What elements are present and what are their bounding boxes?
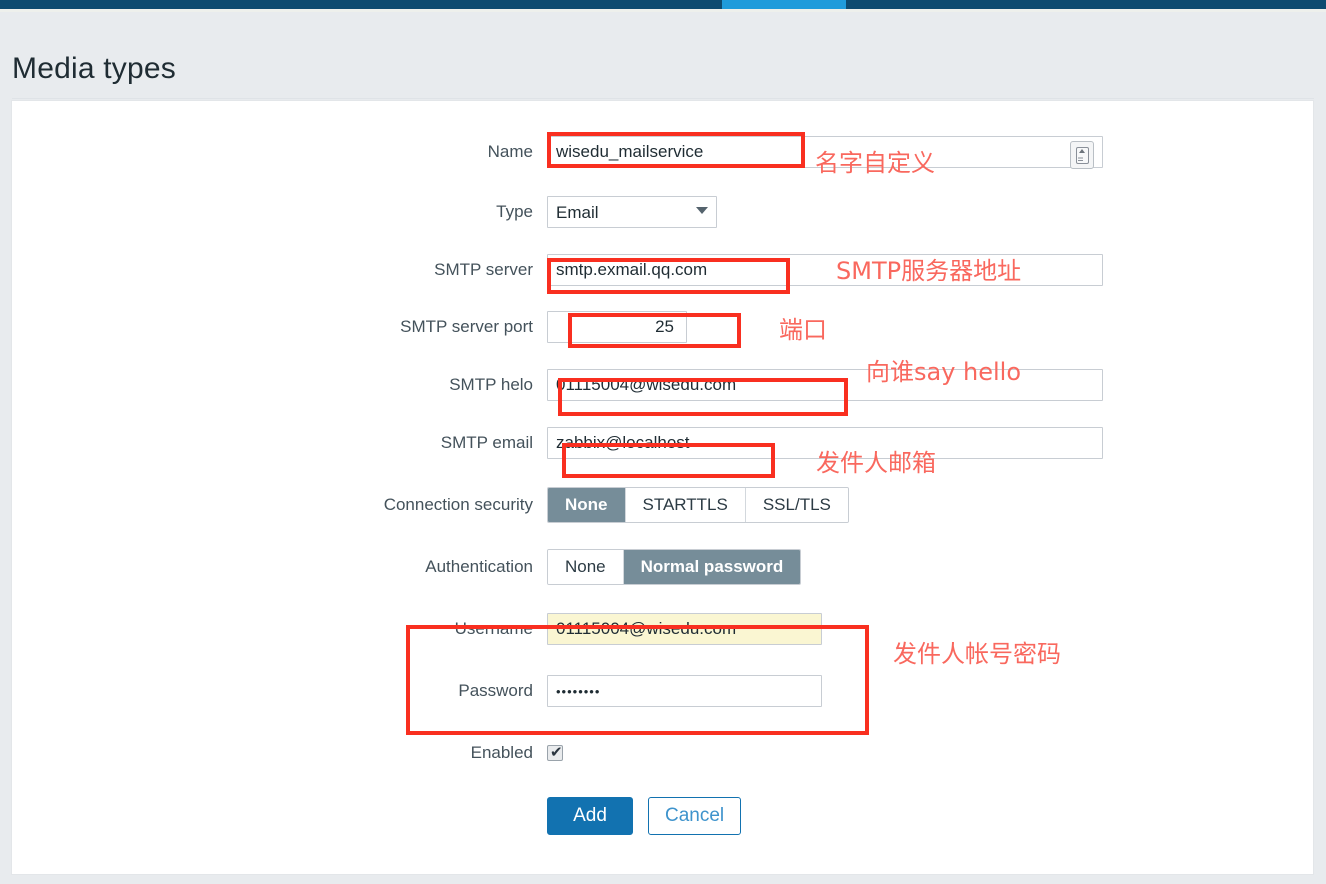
label-name: Name [487,142,533,161]
smtp-server-port-input[interactable] [547,311,687,343]
page-header: Media types [0,12,1326,99]
enabled-checkbox[interactable]: ✔ [547,745,563,761]
name-input[interactable] [547,136,1103,168]
username-input[interactable] [547,613,822,645]
form-row-smtp-helo: SMTP helo [12,366,1103,404]
form-row-name: Name [12,133,1302,171]
active-tab-indicator [722,0,846,9]
page-title: Media types [12,52,176,86]
add-button[interactable]: Add [547,797,633,835]
top-navigation-bar [0,0,1326,9]
name-field-wrapper [547,136,1103,169]
form-row-password: Password [12,672,822,710]
cancel-button[interactable]: Cancel [648,797,742,835]
form-row-connection-security: Connection security None STARTTLS SSL/TL… [12,486,849,524]
password-input[interactable] [547,675,822,707]
select-popup-icon[interactable] [1070,141,1094,169]
label-password: Password [458,681,533,700]
form-row-type: Type EmailScriptSMSJabberEz Texting [12,193,717,231]
smtp-helo-input[interactable] [547,369,1103,401]
checkmark-icon: ✔ [550,744,563,761]
label-type: Type [496,202,533,221]
label-authentication: Authentication [425,557,533,576]
select-popup-glyph [1075,146,1089,164]
authentication-option-none[interactable]: None [548,550,624,584]
header-divider [12,98,1314,99]
form-footer-actions: Add Cancel [12,797,742,835]
connection-security-option-none[interactable]: None [548,488,626,522]
connection-security-segmented[interactable]: None STARTTLS SSL/TLS [547,487,849,523]
form-row-username: Username [12,610,822,648]
form-row-smtp-server: SMTP server [12,251,1103,289]
connection-security-option-ssltls[interactable]: SSL/TLS [745,488,848,522]
type-select[interactable]: EmailScriptSMSJabberEz Texting [547,196,717,228]
label-connection-security: Connection security [383,495,533,514]
label-smtp-helo: SMTP helo [449,375,533,394]
form-row-authentication: Authentication None Normal password [12,548,802,586]
smtp-email-input[interactable] [547,427,1103,459]
type-select-wrapper: EmailScriptSMSJabberEz Texting [547,196,717,228]
smtp-server-input[interactable] [547,254,1103,286]
form-row-smtp-server-port: SMTP server port [12,308,687,346]
authentication-option-normal-password[interactable]: Normal password [623,550,801,584]
label-smtp-server: SMTP server [434,260,533,279]
form-row-smtp-email: SMTP email [12,424,1103,462]
authentication-segmented[interactable]: None Normal password [547,549,802,585]
label-enabled: Enabled [470,743,533,762]
label-username: Username [454,619,533,638]
connection-security-option-starttls[interactable]: STARTTLS [625,488,746,522]
form-row-enabled: Enabled ✔ [12,734,563,772]
label-smtp-email: SMTP email [440,433,533,452]
media-type-form-panel: Name Type EmailScriptSMSJabberEz Texting… [11,100,1314,875]
label-smtp-server-port: SMTP server port [400,317,533,336]
